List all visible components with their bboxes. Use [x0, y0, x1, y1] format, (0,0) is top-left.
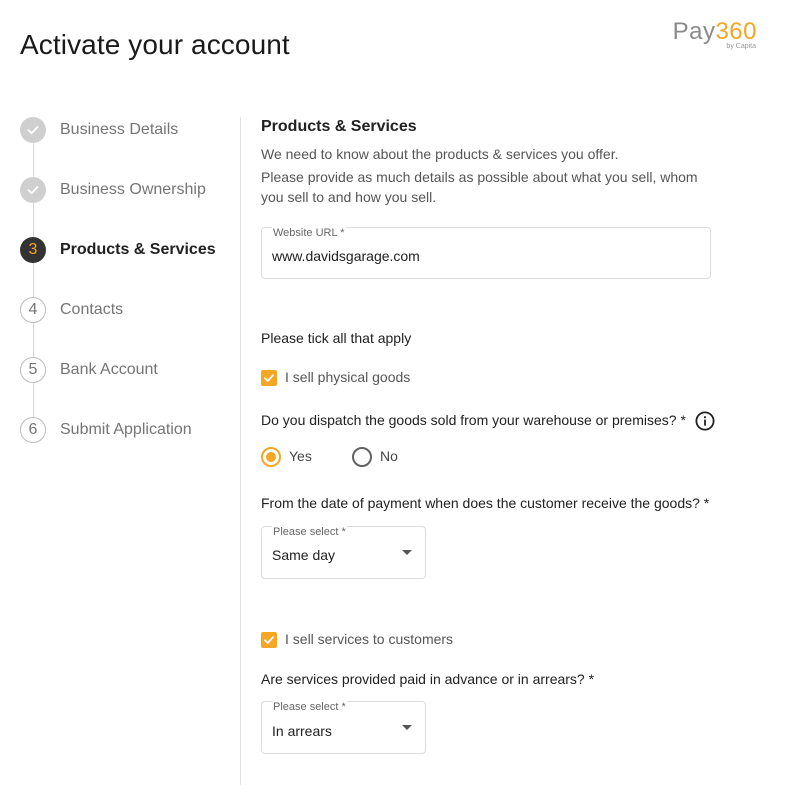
- vertical-divider: [240, 117, 241, 785]
- intro-text: We need to know about the products & ser…: [261, 146, 619, 162]
- stepper-connector: [33, 263, 34, 297]
- logo-text: Pay: [672, 18, 716, 45]
- check-icon: [20, 117, 46, 143]
- payment-timing-select[interactable]: Please select * In arrears: [261, 701, 426, 754]
- payment-select-value: In arrears: [272, 723, 332, 739]
- physical-goods-checkbox[interactable]: [261, 370, 277, 386]
- step-label: Business Ownership: [60, 181, 206, 198]
- step-label: Bank Account: [60, 361, 158, 378]
- services-checkbox[interactable]: [261, 632, 277, 648]
- step-business-ownership[interactable]: Business Ownership: [20, 177, 240, 205]
- check-icon: [20, 177, 46, 203]
- dispatch-yes-label[interactable]: Yes: [289, 448, 312, 464]
- step-number: 3: [20, 237, 46, 263]
- step-contacts[interactable]: 4 Contacts: [20, 297, 240, 325]
- website-url-label: Website URL *: [272, 227, 346, 239]
- tick-prompt: Please tick all that apply: [261, 330, 412, 346]
- dispatch-no-label[interactable]: No: [380, 448, 398, 464]
- step-label: Business Details: [60, 121, 179, 138]
- stepper-connector: [33, 323, 34, 357]
- physical-goods-label[interactable]: I sell physical goods: [285, 369, 410, 385]
- step-submit-application[interactable]: 6 Submit Application: [20, 417, 240, 445]
- delivery-select-value: Same day: [272, 547, 336, 563]
- delivery-time-select[interactable]: Please select * Same day: [261, 526, 426, 579]
- dispatch-no-radio[interactable]: [352, 447, 372, 467]
- step-label: Contacts: [60, 301, 124, 318]
- website-url-field[interactable]: Website URL * www.davidsgarage.com: [261, 227, 711, 279]
- chevron-down-icon: [402, 725, 412, 730]
- step-number: 6: [20, 417, 46, 443]
- chevron-down-icon: [402, 550, 412, 555]
- check-icon: [264, 374, 274, 382]
- delivery-question: From the date of payment when does the c…: [261, 495, 710, 511]
- intro-details-text: Please provide as much details as possib…: [261, 169, 698, 205]
- pay360-logo: Pay360 by Capita: [673, 18, 757, 50]
- step-label: Products & Services: [60, 241, 216, 258]
- step-bank-account[interactable]: 5 Bank Account: [20, 357, 240, 385]
- payment-select-label: Please select *: [272, 701, 347, 713]
- step-products-services[interactable]: 3 Products & Services: [20, 237, 240, 265]
- check-icon: [264, 636, 274, 644]
- page-title: Activate your account: [20, 28, 290, 60]
- step-number: 5: [20, 357, 46, 383]
- step-label: Submit Application: [60, 421, 192, 438]
- stepper-connector: [33, 203, 34, 237]
- payment-timing-question: Are services provided paid in advance or…: [261, 671, 595, 687]
- stepper-connector: [33, 383, 34, 417]
- step-number: 4: [20, 297, 46, 323]
- info-icon[interactable]: [695, 411, 715, 431]
- services-label[interactable]: I sell services to customers: [285, 631, 453, 647]
- step-business-details[interactable]: Business Details: [20, 117, 240, 145]
- section-title: Products & Services: [261, 118, 417, 135]
- dispatch-yes-radio[interactable]: [261, 447, 281, 467]
- website-url-input[interactable]: www.davidsgarage.com: [272, 248, 420, 264]
- dispatch-question: Do you dispatch the goods sold from your…: [261, 412, 686, 428]
- logo-number: 360: [715, 18, 757, 45]
- delivery-select-label: Please select *: [272, 526, 347, 538]
- stepper-connector: [33, 143, 34, 177]
